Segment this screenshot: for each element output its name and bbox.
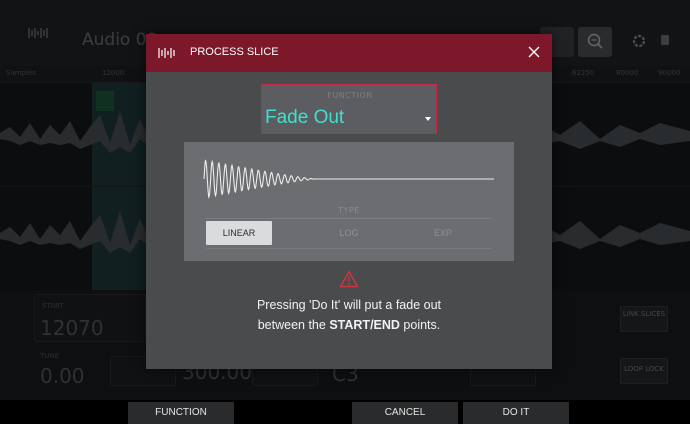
warning-icon <box>339 270 359 288</box>
function-value: Fade Out <box>265 107 345 128</box>
type-option-log[interactable]: LOG <box>316 221 382 245</box>
message-line-1: Pressing 'Do It' will put a fade out <box>256 298 442 312</box>
function-label: FUNCTION <box>327 91 373 100</box>
message-end: END <box>373 318 400 332</box>
dialog-header: PROCESS SLICE <box>146 34 552 72</box>
footer-bar: FUNCTION CANCEL DO IT <box>0 400 690 424</box>
close-icon[interactable] <box>527 45 541 59</box>
function-select[interactable]: FUNCTION Fade Out <box>261 84 437 134</box>
type-option-exp[interactable]: EXP <box>410 221 476 245</box>
message-start: START <box>329 318 371 332</box>
fade-curve-panel: TYPE LINEAR LOG EXP <box>184 142 514 261</box>
type-option-linear[interactable]: LINEAR <box>206 221 272 245</box>
message-text: between the <box>257 318 330 332</box>
type-divider <box>206 248 492 249</box>
do-it-button[interactable]: DO IT <box>463 402 569 424</box>
dialog-title: PROCESS SLICE <box>190 46 279 58</box>
message-line-2: between the START/END points. <box>146 318 552 332</box>
message-text: points. <box>399 318 441 332</box>
type-label: TYPE <box>338 206 360 215</box>
process-slice-dialog: PROCESS SLICE FUNCTION Fade Out TYPE LIN… <box>146 34 552 369</box>
akai-logo-icon <box>158 48 175 58</box>
fade-out-curve-graphic <box>203 159 494 200</box>
function-button[interactable]: FUNCTION <box>128 402 234 424</box>
screen: Audio 00 Samples 12000 62250 80000 90000 <box>0 0 690 424</box>
type-divider <box>206 218 492 219</box>
chevron-down-icon <box>425 117 431 121</box>
cancel-button[interactable]: CANCEL <box>352 402 458 424</box>
